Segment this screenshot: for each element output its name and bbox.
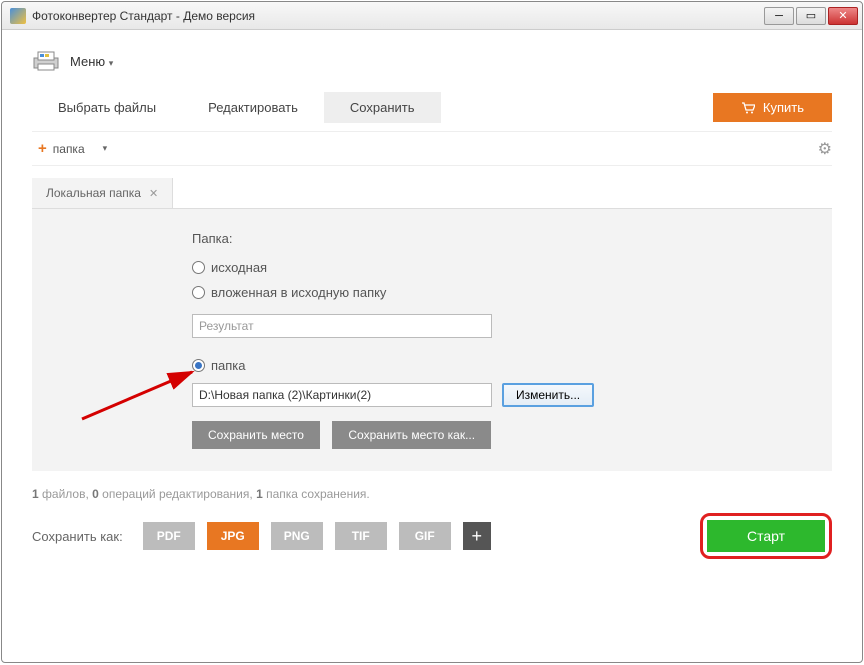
format-jpg[interactable]: JPG (207, 522, 259, 550)
start-button[interactable]: Старт (707, 520, 825, 552)
folder-panel: Папка: исходная вложенная в исходную пап… (32, 209, 832, 471)
close-icon[interactable]: ✕ (149, 187, 158, 200)
radio-source-label: исходная (211, 260, 267, 275)
cart-icon (741, 102, 755, 114)
chevron-down-icon: ▾ (109, 58, 114, 68)
nested-folder-input[interactable] (192, 314, 492, 338)
save-place-button[interactable]: Сохранить место (192, 421, 320, 449)
chevron-down-icon: ▾ (103, 143, 108, 154)
format-pdf[interactable]: PDF (143, 522, 195, 550)
titlebar: Фотоконвертер Стандарт - Демо версия ─ ▭… (2, 2, 862, 30)
start-highlight: Старт (700, 513, 832, 559)
bottom-bar: Сохранить как: PDF JPG PNG TIF GIF + Ста… (32, 513, 832, 559)
subtab-label: Локальная папка (46, 186, 141, 200)
menu-button[interactable]: Меню ▾ (70, 54, 113, 69)
status-text: 1 файлов, 0 операций редактирования, 1 п… (32, 487, 832, 501)
arrow-annotation (77, 364, 207, 424)
radio-nested[interactable]: вложенная в исходную папку (192, 285, 802, 300)
client-area: Меню ▾ Выбрать файлы Редактировать Сохра… (2, 30, 862, 573)
status-folders-count: 1 (256, 487, 263, 501)
add-folder-label: папка (53, 142, 85, 156)
tab-edit[interactable]: Редактировать (182, 92, 324, 123)
app-window: Фотоконвертер Стандарт - Демо версия ─ ▭… (1, 1, 863, 663)
add-folder-button[interactable]: + папка ▾ (32, 138, 113, 159)
change-button[interactable]: Изменить... (502, 383, 594, 407)
subtab-local-folder[interactable]: Локальная папка ✕ (32, 178, 173, 208)
save-as-label: Сохранить как: (32, 529, 123, 544)
radio-icon (192, 359, 205, 372)
status-ops-count: 0 (92, 487, 99, 501)
window-title: Фотоконвертер Стандарт - Демо версия (32, 9, 764, 23)
tab-save[interactable]: Сохранить (324, 92, 441, 123)
toolbar: + папка ▾ ⚙ (32, 131, 832, 166)
menu-row: Меню ▾ (32, 50, 832, 72)
add-format-button[interactable]: + (463, 522, 491, 550)
tab-select-files[interactable]: Выбрать файлы (32, 92, 182, 123)
maximize-button[interactable]: ▭ (796, 7, 826, 25)
radio-icon (192, 261, 205, 274)
folder-section-label: Папка: (192, 231, 802, 246)
format-png[interactable]: PNG (271, 522, 323, 550)
save-buttons-row: Сохранить место Сохранить место как... (192, 421, 802, 449)
plus-icon: + (38, 140, 47, 157)
app-icon (10, 8, 26, 24)
radio-folder[interactable]: папка (192, 358, 802, 373)
buy-button[interactable]: Купить (713, 93, 832, 122)
printer-icon (32, 50, 60, 72)
window-controls: ─ ▭ ✕ (764, 7, 858, 25)
format-gif[interactable]: GIF (399, 522, 451, 550)
path-row: Изменить... (192, 383, 802, 407)
menu-label-text: Меню (70, 54, 105, 69)
format-tif[interactable]: TIF (335, 522, 387, 550)
radio-source[interactable]: исходная (192, 260, 802, 275)
save-place-as-button[interactable]: Сохранить место как... (332, 421, 491, 449)
subtab-bar: Локальная папка ✕ (32, 178, 832, 209)
buy-label: Купить (763, 100, 804, 115)
radio-icon (192, 286, 205, 299)
minimize-button[interactable]: ─ (764, 7, 794, 25)
path-input[interactable] (192, 383, 492, 407)
main-tabs: Выбрать файлы Редактировать Сохранить Ку… (32, 92, 832, 123)
radio-folder-label: папка (211, 358, 246, 373)
gear-icon[interactable]: ⚙ (818, 139, 832, 159)
status-files-count: 1 (32, 487, 39, 501)
radio-nested-label: вложенная в исходную папку (211, 285, 386, 300)
close-button[interactable]: ✕ (828, 7, 858, 25)
